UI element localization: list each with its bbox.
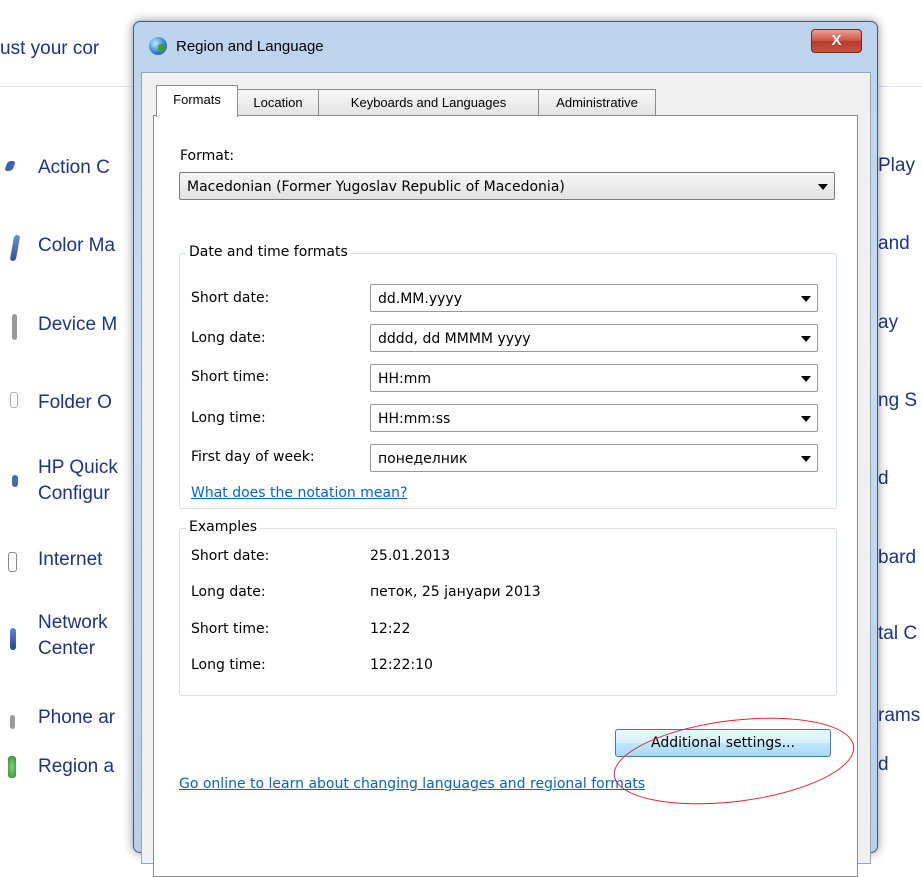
short-time-label: Short time:	[191, 369, 270, 385]
right-column-item[interactable]: ng S	[878, 390, 917, 412]
right-column-item[interactable]: d	[878, 468, 889, 490]
control-panel-item-label: Region a	[38, 756, 115, 777]
short-date-label: Short date:	[191, 290, 270, 306]
short-date-value: dd.MM.yyyy	[378, 291, 462, 307]
device-manager-icon	[12, 314, 17, 340]
long-date-dropdown[interactable]: dddd, dd MMMM yyyy	[370, 324, 818, 352]
examples-title: Examples	[186, 519, 261, 535]
example-long-date-value: петок, 25 јануари 2013	[370, 584, 541, 600]
right-column-item[interactable]: rams	[878, 705, 920, 727]
chevron-down-icon	[818, 184, 828, 190]
control-panel-item-label: Center	[38, 638, 96, 659]
long-time-value: HH:mm:ss	[378, 411, 451, 427]
control-panel-item-label: Internet	[38, 549, 103, 570]
control-panel-item-label: Configur	[38, 483, 110, 504]
date-time-formats-group: Date and time formats Short date: dd.MM.…	[179, 244, 837, 509]
online-languages-link[interactable]: Go online to learn about changing langua…	[179, 776, 645, 792]
flag-icon	[4, 161, 16, 171]
color-management-icon	[9, 235, 21, 261]
control-panel-item-label: HP Quick	[38, 457, 118, 478]
globe-icon	[149, 37, 167, 55]
first-day-of-week-value: понеделник	[378, 451, 468, 467]
right-column-item[interactable]: Play	[878, 155, 915, 177]
date-time-formats-title: Date and time formats	[186, 244, 351, 260]
long-date-label: Long date:	[191, 330, 266, 346]
short-time-dropdown[interactable]: HH:mm	[370, 364, 818, 392]
example-long-date-label: Long date:	[191, 584, 266, 600]
example-short-time-value: 12:22	[370, 621, 411, 637]
phone-icon	[10, 715, 15, 729]
right-column-item[interactable]: ay	[878, 312, 898, 334]
folder-options-icon	[10, 392, 18, 408]
long-date-value: dddd, dd MMMM yyyy	[378, 331, 531, 347]
tab-administrative[interactable]: Administrative	[538, 89, 656, 116]
control-panel-item-label: Action C	[38, 157, 110, 178]
notation-link[interactable]: What does the notation mean?	[191, 485, 407, 501]
control-panel-item-label: Color Ma	[38, 235, 116, 256]
tab-location[interactable]: Location	[237, 89, 319, 116]
tab-keyboards-languages[interactable]: Keyboards and Languages	[318, 89, 539, 116]
control-panel-item-label: Phone ar	[38, 707, 116, 728]
chevron-down-icon	[801, 416, 811, 422]
example-long-time-label: Long time:	[191, 657, 266, 673]
right-column-item[interactable]: d	[878, 754, 889, 776]
network-icon	[10, 628, 16, 650]
long-time-label: Long time:	[191, 410, 266, 426]
region-icon	[8, 756, 16, 778]
hp-quick-icon	[12, 475, 18, 487]
short-time-value: HH:mm	[378, 371, 432, 387]
example-short-time-label: Short time:	[191, 621, 270, 637]
control-panel-item-label: Device M	[38, 314, 118, 335]
format-dropdown-value: Macedonian (Former Yugoslav Republic of …	[187, 179, 565, 195]
internet-options-icon	[8, 552, 17, 572]
control-panel-item-label: Network	[38, 612, 108, 633]
title-bar[interactable]: Region and Language X	[134, 22, 877, 62]
chevron-down-icon	[801, 296, 811, 302]
example-short-date-value: 25.01.2013	[370, 548, 451, 564]
format-label: Format:	[180, 148, 235, 164]
example-long-time-value: 12:22:10	[370, 657, 433, 673]
chevron-down-icon	[801, 376, 811, 382]
format-dropdown[interactable]: Macedonian (Former Yugoslav Republic of …	[179, 172, 835, 200]
example-short-date-label: Short date:	[191, 548, 270, 564]
right-column-item[interactable]: and	[878, 233, 910, 255]
chevron-down-icon	[801, 336, 811, 342]
right-column-item[interactable]: bard	[878, 547, 916, 569]
tab-formats[interactable]: Formats	[156, 85, 238, 117]
control-panel-item-label: Folder O	[38, 392, 112, 413]
first-day-of-week-label: First day of week:	[191, 449, 315, 465]
short-date-dropdown[interactable]: dd.MM.yyyy	[370, 284, 818, 312]
long-time-dropdown[interactable]: HH:mm:ss	[370, 404, 818, 432]
control-panel-heading: ust your cor	[0, 38, 100, 59]
first-day-of-week-dropdown[interactable]: понеделник	[370, 444, 818, 472]
chevron-down-icon	[801, 456, 811, 462]
dialog-title: Region and Language	[176, 38, 324, 55]
right-column-item[interactable]: tal C	[878, 623, 917, 645]
close-button[interactable]: X	[811, 29, 862, 53]
examples-group: Examples Short date: 25.01.2013 Long dat…	[179, 519, 837, 696]
